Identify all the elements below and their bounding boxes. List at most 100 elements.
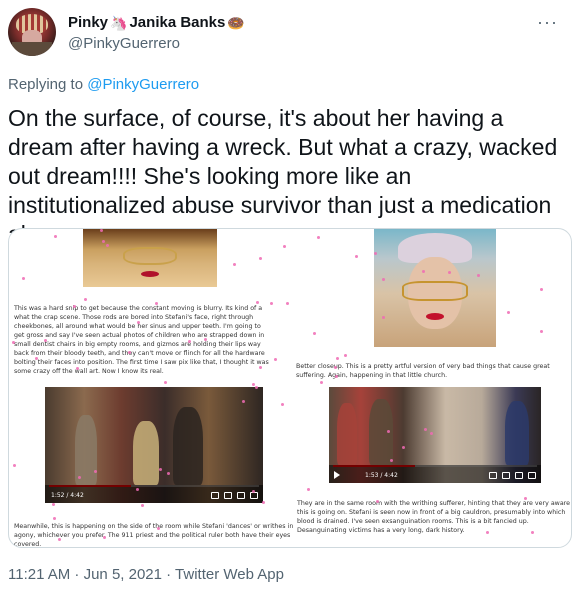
replying-to-label: Replying to bbox=[8, 76, 88, 93]
display-name-part-2: Janika Banks bbox=[129, 14, 226, 31]
sparkle-dot bbox=[336, 357, 339, 360]
lip-shape bbox=[426, 313, 444, 320]
sparkle-dot bbox=[242, 400, 245, 403]
sparkle-dot bbox=[270, 302, 273, 305]
figure-shape bbox=[337, 403, 357, 465]
sparkle-dot bbox=[78, 476, 81, 479]
sparkle-dot bbox=[188, 340, 191, 343]
mask-shape bbox=[402, 281, 468, 301]
sparkle-dot bbox=[255, 386, 258, 389]
sparkle-dot bbox=[35, 357, 38, 360]
lip-shape bbox=[141, 271, 159, 277]
sparkle-dot bbox=[281, 403, 284, 406]
sparkle-dot bbox=[44, 339, 47, 342]
figure-shape bbox=[505, 401, 529, 465]
sparkle-dot bbox=[256, 301, 259, 304]
sparkle-dot bbox=[167, 472, 170, 475]
sparkle-dot bbox=[283, 245, 286, 248]
sparkle-dot bbox=[286, 302, 289, 305]
replying-to-link[interactable]: @PinkyGuerrero bbox=[87, 76, 199, 93]
video-time: 1:52 / 4:42 bbox=[51, 492, 84, 499]
video-frame-1: 1:52 / 4:42 bbox=[45, 387, 263, 503]
video-time: 1:53 / 4:42 bbox=[365, 472, 398, 479]
miniplayer-icon bbox=[237, 492, 245, 499]
sparkle-dot bbox=[136, 488, 139, 491]
sparkle-dot bbox=[402, 446, 405, 449]
sparkle-dot bbox=[141, 504, 144, 507]
sparkle-dot bbox=[390, 459, 393, 462]
sparkle-dot bbox=[204, 338, 207, 341]
sparkle-dot bbox=[448, 271, 451, 274]
sparkle-dot bbox=[430, 432, 433, 435]
settings-icon bbox=[224, 492, 232, 499]
unicorn-icon: 🦄 bbox=[110, 14, 128, 31]
captions-icon bbox=[211, 492, 219, 499]
video-control-icons bbox=[211, 492, 258, 499]
sparkle-dot bbox=[531, 531, 534, 534]
tweet-media-image[interactable]: This was a hard snip to get because the … bbox=[8, 228, 572, 548]
video-frame-2: 1:53 / 4:42 bbox=[329, 387, 541, 483]
display-name[interactable]: Pinky 🦄 Janika Banks 🍩 bbox=[68, 14, 245, 31]
sparkle-dot bbox=[486, 531, 489, 534]
sparkle-dot bbox=[12, 341, 15, 344]
sparkle-dot bbox=[233, 263, 236, 266]
play-icon bbox=[334, 471, 340, 479]
sparkle-dot bbox=[106, 244, 109, 247]
caption-1: This was a hard snip to get because the … bbox=[14, 305, 269, 375]
fullscreen-icon bbox=[250, 492, 258, 499]
sparkle-dot bbox=[477, 274, 480, 277]
figure-shape bbox=[75, 415, 97, 485]
sparkle-dot bbox=[320, 381, 323, 384]
sparkle-dot bbox=[335, 375, 338, 378]
mask-shape bbox=[123, 247, 177, 265]
user-handle[interactable]: @PinkyGuerrero bbox=[68, 35, 180, 52]
sparkle-dot bbox=[313, 332, 316, 335]
more-options-icon[interactable]: ··· bbox=[537, 12, 558, 33]
avatar[interactable] bbox=[8, 8, 56, 56]
sparkle-dot bbox=[94, 470, 97, 473]
sparkle-dot bbox=[259, 366, 262, 369]
sparkle-dot bbox=[52, 503, 55, 506]
sparkle-dot bbox=[382, 316, 385, 319]
sparkle-dot bbox=[422, 270, 425, 273]
sparkle-dot bbox=[374, 252, 377, 255]
sparkle-dot bbox=[262, 501, 265, 504]
fullscreen-icon bbox=[528, 472, 536, 479]
sparkle-dot bbox=[382, 278, 385, 281]
sparkle-dot bbox=[128, 351, 131, 354]
tweet-timestamp[interactable]: 11:21 AM · Jun 5, 2021 · Twitter Web App bbox=[8, 566, 284, 583]
sparkle-dot bbox=[334, 366, 337, 369]
sparkle-dot bbox=[274, 358, 277, 361]
display-name-part-1: Pinky bbox=[68, 14, 109, 31]
sparkle-dot bbox=[159, 468, 162, 471]
sparkle-dot bbox=[58, 538, 61, 541]
sparkle-dot bbox=[355, 255, 358, 258]
sparkle-dot bbox=[53, 517, 56, 520]
sparkle-dot bbox=[252, 383, 255, 386]
sparkle-dot bbox=[54, 235, 57, 238]
sparkle-dot bbox=[307, 488, 310, 491]
figure-shape bbox=[133, 421, 159, 485]
sparkle-dot bbox=[100, 229, 103, 232]
sparkle-dot bbox=[103, 536, 106, 539]
sparkle-dot bbox=[102, 240, 105, 243]
caption-3: Meanwhile, this is happening on the side… bbox=[14, 523, 294, 548]
sparkle-dot bbox=[376, 500, 379, 503]
sparkle-dot bbox=[13, 464, 16, 467]
still-image-closeup-1 bbox=[83, 229, 217, 287]
miniplayer-icon bbox=[515, 472, 523, 479]
sparkle-dot bbox=[540, 288, 543, 291]
figure-shape bbox=[173, 407, 203, 485]
sparkle-dot bbox=[76, 367, 79, 370]
donut-icon: 🍩 bbox=[227, 14, 245, 31]
captions-icon bbox=[489, 472, 497, 479]
sparkle-dot bbox=[524, 497, 527, 500]
sparkle-dot bbox=[259, 257, 262, 260]
sparkle-dot bbox=[73, 305, 76, 308]
sparkle-dot bbox=[22, 277, 25, 280]
sparkle-dot bbox=[344, 354, 347, 357]
sparkle-dot bbox=[317, 236, 320, 239]
still-image-closeup-2 bbox=[374, 229, 496, 347]
settings-icon bbox=[502, 472, 510, 479]
replying-to: Replying to @PinkyGuerrero bbox=[8, 76, 199, 93]
